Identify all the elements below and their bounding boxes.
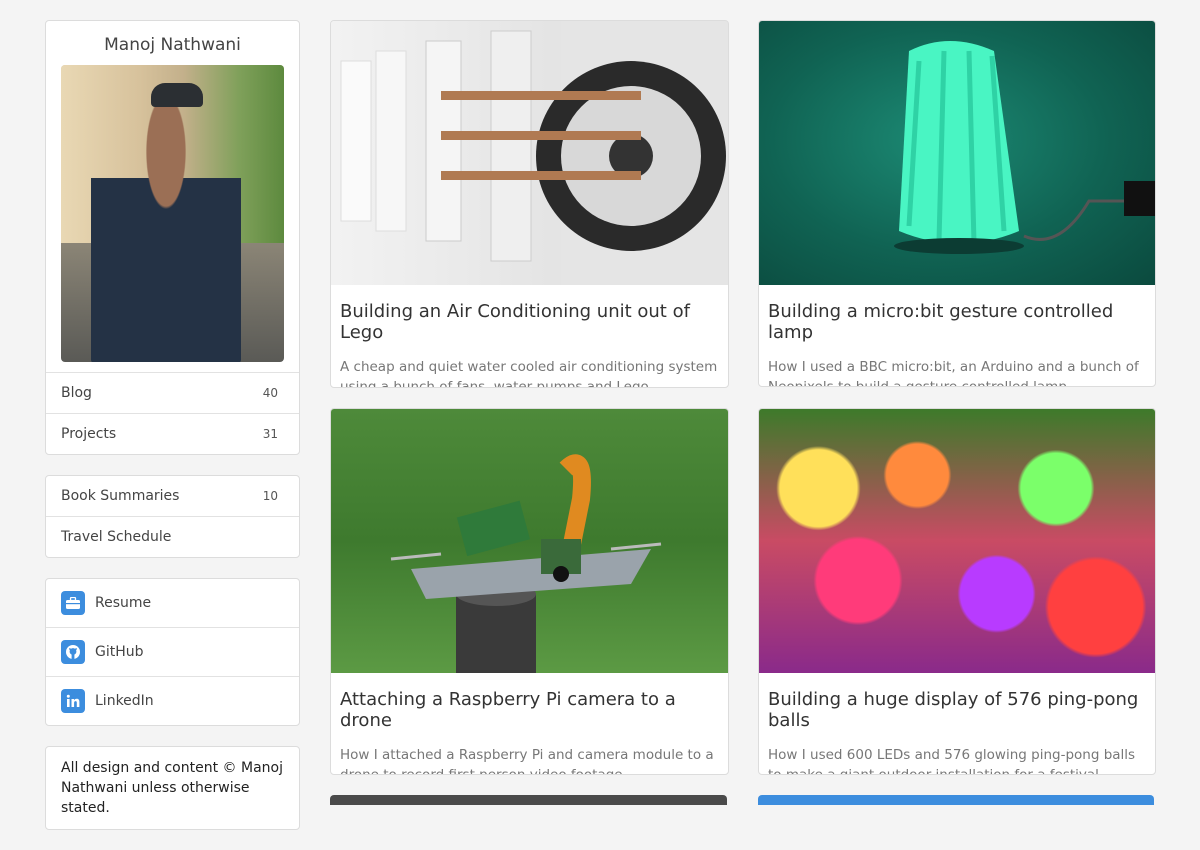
- book-summaries-count-badge: 10: [262, 489, 278, 503]
- card-image-ping-pong-display: [759, 409, 1155, 673]
- project-card-pi-drone[interactable]: Attaching a Raspberry Pi camera to a dro…: [330, 408, 729, 775]
- project-card-microbit-lamp[interactable]: Building a micro:bit gesture controlled …: [758, 20, 1156, 387]
- linkedin-link[interactable]: LinkedIn: [46, 676, 299, 725]
- sidebar-item-label: Blog: [61, 385, 92, 401]
- sidebar-item-blog[interactable]: Blog 40: [46, 372, 299, 413]
- secondary-nav-panel: Book Summaries 10 Travel Schedule: [45, 475, 300, 558]
- card-description: A cheap and quiet water cooled air condi…: [340, 359, 718, 388]
- linkedin-label: LinkedIn: [95, 693, 154, 709]
- profile-photo: [61, 65, 284, 362]
- card-image-pi-drone: [331, 409, 728, 673]
- blog-count-badge: 40: [262, 386, 278, 400]
- resume-label: Resume: [95, 595, 152, 611]
- links-panel: Resume GitHub LinkedIn: [45, 578, 300, 726]
- project-card-ping-pong-display[interactable]: Building a huge display of 576 ping-pong…: [758, 408, 1156, 775]
- footer-panel: All design and content © Manoj Nathwani …: [45, 746, 300, 830]
- linkedin-icon: [61, 689, 85, 713]
- card-description: How I used a BBC micro:bit, an Arduino a…: [768, 359, 1139, 387]
- copyright-text: All design and content © Manoj Nathwani …: [61, 760, 283, 816]
- card-title: Building a micro:bit gesture controlled …: [768, 301, 1114, 343]
- briefcase-icon: [61, 591, 85, 615]
- profile-panel: Manoj Nathwani Blog 40 Projects 31: [45, 20, 300, 455]
- sidebar-item-travel-schedule[interactable]: Travel Schedule: [46, 516, 299, 557]
- card-title: Building an Air Conditioning unit out of…: [340, 301, 690, 343]
- card-image-microbit-lamp: [759, 21, 1155, 285]
- resume-link[interactable]: Resume: [46, 579, 299, 627]
- github-label: GitHub: [95, 644, 144, 660]
- card-title: Attaching a Raspberry Pi camera to a dro…: [340, 689, 676, 731]
- github-link[interactable]: GitHub: [46, 627, 299, 676]
- sidebar-item-book-summaries[interactable]: Book Summaries 10: [46, 476, 299, 516]
- card-description: How I used 600 LEDs and 576 glowing ping…: [768, 747, 1136, 775]
- project-card-partial-left[interactable]: [330, 795, 727, 805]
- sidebar-item-label: Projects: [61, 426, 117, 442]
- sidebar-item-label: Book Summaries: [61, 488, 180, 504]
- sidebar-item-label: Travel Schedule: [61, 529, 172, 545]
- card-description: How I attached a Raspberry Pi and camera…: [340, 747, 714, 775]
- projects-count-badge: 31: [262, 427, 278, 441]
- github-icon: [61, 640, 85, 664]
- profile-name: Manoj Nathwani: [104, 35, 241, 55]
- project-card-lego-ac[interactable]: Building an Air Conditioning unit out of…: [330, 20, 729, 388]
- project-card-partial-right[interactable]: [758, 795, 1154, 805]
- sidebar: Manoj Nathwani Blog 40 Projects 31 Book …: [45, 20, 300, 850]
- sidebar-item-projects[interactable]: Projects 31: [46, 413, 299, 454]
- card-image-lego-ac: [331, 21, 728, 285]
- card-title: Building a huge display of 576 ping-pong…: [768, 689, 1139, 731]
